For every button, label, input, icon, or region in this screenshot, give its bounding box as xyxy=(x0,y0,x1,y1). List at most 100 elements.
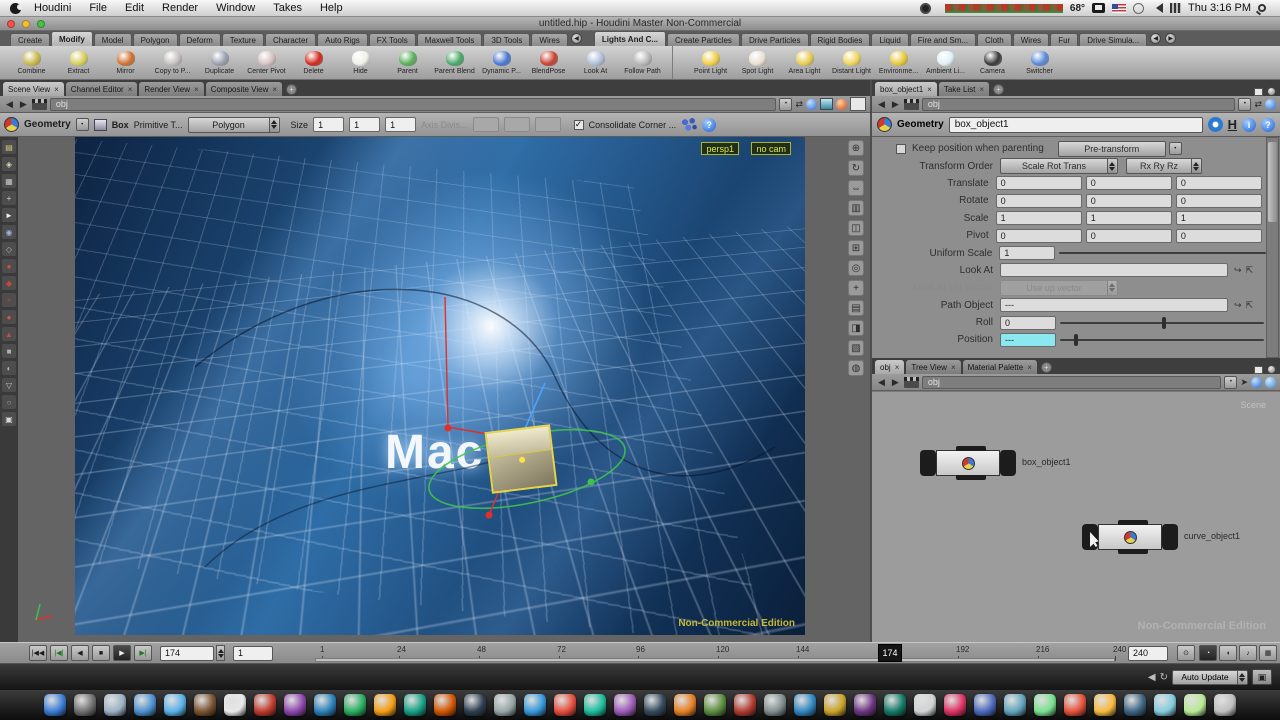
node-name-field[interactable]: box_object1 xyxy=(949,117,1203,133)
transport-button[interactable]: ▶| xyxy=(134,645,152,661)
network-editor[interactable]: Scene box_object1 curve_object1 Non-Co xyxy=(872,392,1280,642)
menu-item[interactable]: Window xyxy=(207,0,264,17)
size-z-field[interactable]: 1 xyxy=(385,117,416,132)
network-node[interactable]: box_object1 xyxy=(920,450,1016,476)
viewer-tool-icon[interactable]: ◈ xyxy=(2,157,16,171)
shelf-tool-button[interactable]: Point Light xyxy=(687,46,734,79)
dock-app-icon[interactable] xyxy=(1004,694,1026,716)
viewer-tool-icon[interactable]: ○ xyxy=(2,395,16,409)
view-control-icon[interactable]: ▤ xyxy=(848,300,864,316)
path-dropdown-icon[interactable]: • xyxy=(779,98,792,111)
dock-app-icon[interactable] xyxy=(854,694,876,716)
viewport-nocam-label[interactable]: no cam xyxy=(751,142,791,155)
input-language-flag-icon[interactable] xyxy=(1112,4,1126,13)
viewer-tool-icon[interactable]: ▦ xyxy=(2,174,16,188)
viewer-tool-icon[interactable]: ● xyxy=(2,259,16,273)
dock-app-icon[interactable] xyxy=(164,694,186,716)
shelf-tab[interactable]: Create Particles xyxy=(667,33,740,46)
frame-stepper-icon[interactable] xyxy=(216,645,225,661)
scale-y-field[interactable]: 1 xyxy=(1086,211,1172,225)
shelf-tab[interactable]: Drive Particles xyxy=(741,33,809,46)
dock-app-icon[interactable] xyxy=(914,694,936,716)
scale-z-field[interactable]: 1 xyxy=(1176,211,1262,225)
dock-app-icon[interactable] xyxy=(404,694,426,716)
shelf-tab[interactable]: Rigid Bodies xyxy=(810,33,871,46)
select-stepper-icon[interactable] xyxy=(269,118,278,132)
size-x-field[interactable]: 1 xyxy=(313,117,344,132)
viewer-tool-icon[interactable]: ▤ xyxy=(2,140,16,154)
geometry-context-icon[interactable] xyxy=(4,117,19,132)
dock-app-icon[interactable] xyxy=(464,694,486,716)
dock-app-icon[interactable] xyxy=(374,694,396,716)
shelf-tool-button[interactable]: Duplicate xyxy=(196,46,243,79)
viewer-tool-icon[interactable]: ▽ xyxy=(2,378,16,392)
dock-app-icon[interactable] xyxy=(764,694,786,716)
shelf-tab[interactable]: Drive Simula... xyxy=(1079,33,1147,46)
pane-tab[interactable]: Take List× xyxy=(939,82,989,96)
node-output-flag[interactable] xyxy=(1162,524,1178,550)
auto-update-select[interactable]: Auto Update xyxy=(1172,670,1248,685)
view-control-icon[interactable]: ▥ xyxy=(848,200,864,216)
molecule-icon[interactable] xyxy=(681,118,697,132)
dock-app-icon[interactable] xyxy=(704,694,726,716)
dock-app-icon[interactable] xyxy=(644,694,666,716)
pane-tab[interactable]: obj× xyxy=(875,360,904,374)
translate-z-field[interactable]: 0 xyxy=(1176,176,1262,190)
node-output-flag[interactable] xyxy=(1000,450,1016,476)
pane-tab[interactable]: Render View× xyxy=(139,82,203,96)
pane-tab[interactable]: Scene View× xyxy=(3,82,64,96)
shelf-tool-button[interactable]: Center Pivot xyxy=(243,46,290,79)
dock-app-icon[interactable] xyxy=(1184,694,1206,716)
dock-app-icon[interactable] xyxy=(524,694,546,716)
viewer-tool-icon[interactable]: ▲ xyxy=(2,327,16,341)
shelf-tool-button[interactable]: Switcher xyxy=(1016,46,1063,79)
display-flag-icon[interactable] xyxy=(1208,117,1223,132)
look-at-field[interactable] xyxy=(1000,263,1228,277)
shelf-tab[interactable]: Cloth xyxy=(977,33,1012,46)
timeline-groove[interactable] xyxy=(315,658,1115,662)
close-tab-icon[interactable]: × xyxy=(927,85,932,94)
new-tab-icon[interactable]: + xyxy=(1041,362,1052,373)
dock-app-icon[interactable] xyxy=(1064,694,1086,716)
dock-app-icon[interactable] xyxy=(104,694,126,716)
transport-button[interactable]: ◀ xyxy=(71,645,89,661)
shelf-tool-button[interactable]: Parent xyxy=(384,46,431,79)
view-control-icon[interactable]: ⊞ xyxy=(848,240,864,256)
keep-position-checkbox[interactable] xyxy=(896,144,906,154)
uniform-scale-field[interactable]: 1 xyxy=(999,246,1055,260)
view-control-icon[interactable]: ⊕ xyxy=(848,140,864,156)
position-field[interactable]: --- xyxy=(1000,333,1056,347)
shelf-tool-button[interactable]: Copy to P... xyxy=(149,46,196,79)
consolidate-checkbox[interactable]: ✓ xyxy=(574,120,584,130)
pane-tab[interactable]: Composite View× xyxy=(206,82,282,96)
shelf-tool-button[interactable]: Distant Light xyxy=(828,46,875,79)
rotate-x-field[interactable]: 0 xyxy=(996,194,1082,208)
start-frame-field[interactable]: 1 xyxy=(233,646,273,661)
pane-tab[interactable]: box_object1× xyxy=(875,82,937,96)
layout-white-square-icon[interactable] xyxy=(850,97,866,111)
path-field[interactable]: obj xyxy=(922,98,1236,111)
dock-app-icon[interactable] xyxy=(554,694,576,716)
dock-app-icon[interactable] xyxy=(314,694,336,716)
dock-app-icon[interactable] xyxy=(884,694,906,716)
shelf-tab[interactable]: Polygon xyxy=(133,33,178,46)
memory-arrow-icon[interactable]: ◀ xyxy=(1148,672,1156,683)
path-back-icon[interactable]: ◀ xyxy=(4,99,15,110)
viewer-tool-icon[interactable]: × xyxy=(2,293,16,307)
size-y-field[interactable]: 1 xyxy=(349,117,380,132)
maximize-pane-icon[interactable] xyxy=(1254,366,1263,374)
pane-tab[interactable]: Channel Editor× xyxy=(66,82,138,96)
shelf-scroll-right-icon[interactable]: ▶ xyxy=(1165,33,1176,44)
realtime-toggle-icon[interactable]: ⊙ xyxy=(1177,645,1195,661)
network-type-icon[interactable] xyxy=(32,99,47,110)
translate-y-field[interactable]: 0 xyxy=(1086,176,1172,190)
pin-ball-icon[interactable] xyxy=(1265,99,1276,110)
world-sphere-icon[interactable] xyxy=(806,99,817,110)
shelf-tab[interactable]: Create xyxy=(10,33,50,46)
dock-app-icon[interactable] xyxy=(134,694,156,716)
shelf-tool-button[interactable]: Delete xyxy=(290,46,337,79)
viewer-tool-icon[interactable]: ► xyxy=(2,208,16,222)
scale-x-field[interactable]: 1 xyxy=(996,211,1082,225)
box-object-3d[interactable] xyxy=(484,424,557,494)
pretransform-select[interactable]: Pre-transform xyxy=(1058,141,1166,157)
